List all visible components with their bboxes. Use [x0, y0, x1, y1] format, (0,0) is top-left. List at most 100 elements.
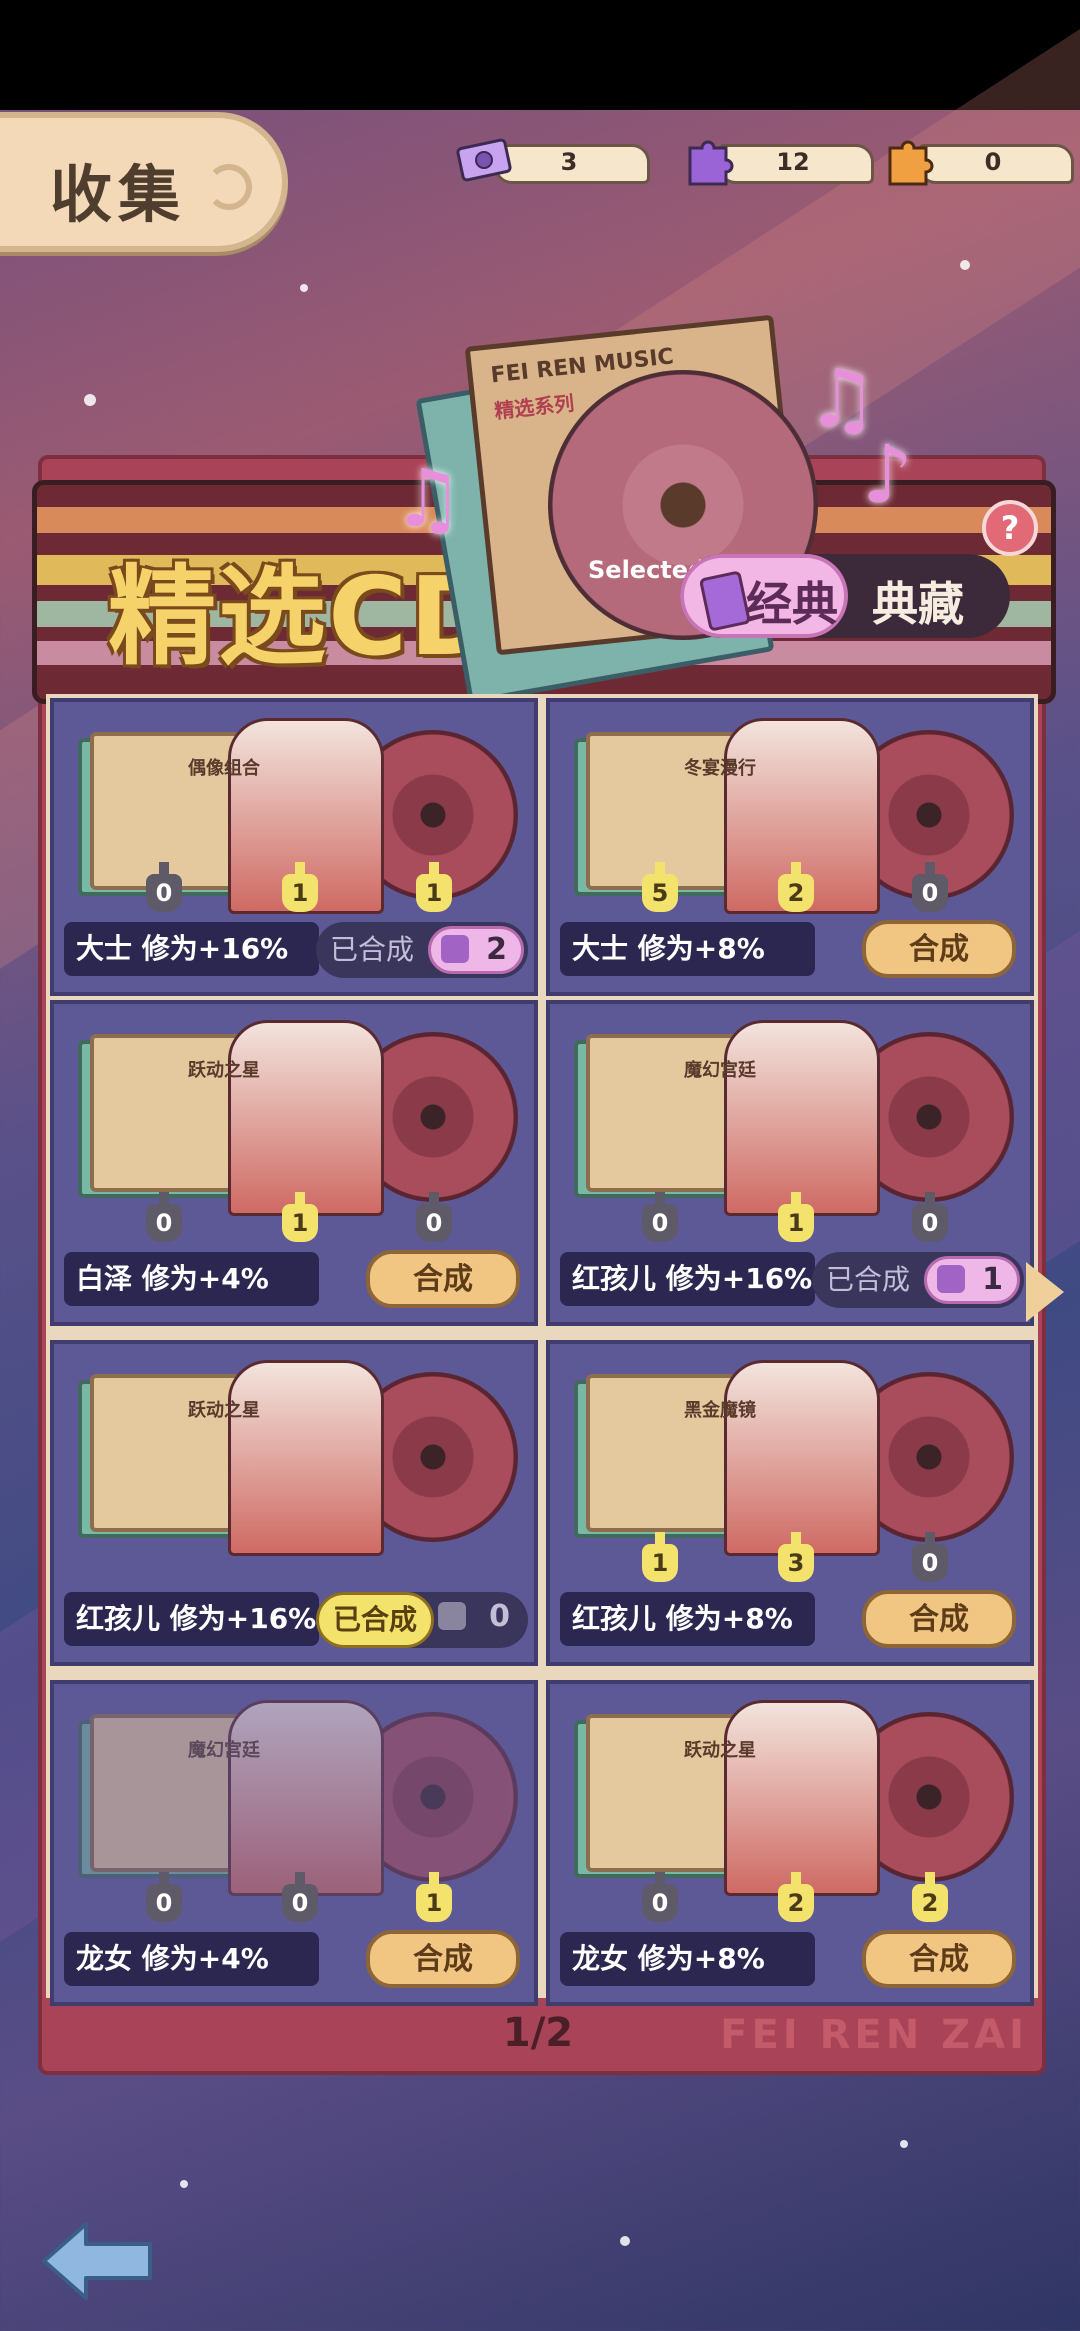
toggle-classic[interactable]: 经典 [680, 554, 848, 638]
puzzle-piece-count: 2 [428, 926, 524, 974]
character-portrait [724, 1020, 880, 1216]
fragment-count-pin: 1 [282, 862, 318, 912]
fragment-count-pin: 1 [416, 862, 452, 912]
cd-artwork: 跃动之星 [78, 1360, 518, 1556]
fragment-count-pin: 2 [778, 862, 814, 912]
star-decoration [300, 284, 308, 292]
synthesize-button[interactable]: 合成 [862, 1930, 1016, 1988]
next-page-arrow-icon[interactable] [1026, 1262, 1064, 1322]
book-icon [698, 570, 752, 632]
fragment-count-pin: 0 [146, 862, 182, 912]
cd-card[interactable]: 魔幻宫廷 0 1 0 红孩儿 修为+16% 已合成 1 [546, 1000, 1034, 1326]
fragment-count-pin: 2 [778, 1872, 814, 1922]
synthesized-label: 已合成 [330, 933, 415, 966]
help-button[interactable]: ? [982, 500, 1038, 556]
music-note-icon: ♫ [392, 452, 464, 545]
puzzle-count: 1 [982, 1262, 1003, 1297]
fragment-count-pin: 5 [642, 862, 678, 912]
cd-card[interactable]: 冬宴漫行 5 2 0 大士 修为+8% 合成 [546, 698, 1034, 996]
star-decoration [620, 2236, 630, 2246]
cd-title: 跃动之星 [188, 1060, 260, 1081]
cd-title: 冬宴漫行 [684, 758, 756, 779]
star-decoration [900, 2140, 908, 2148]
cd-card[interactable]: 跃动之星 0 1 0 白泽 修为+4% 合成 [50, 1000, 538, 1326]
page-title: 收集 [50, 158, 187, 231]
fragment-count-pin: 0 [912, 862, 948, 912]
cd-series: 精选系列 [493, 390, 576, 424]
watermark: FEI REN ZAI [720, 2012, 1028, 2058]
status-bar [0, 0, 1080, 110]
bonus-description: 红孩儿 修为+8% [560, 1592, 815, 1646]
ticket-count: 3 [560, 148, 578, 176]
cd-card[interactable]: 跃动之星红孩儿 修为+16% 已合成 0 [50, 1340, 538, 1666]
synthesized-status: 已合成 2 [316, 922, 528, 978]
star-decoration [180, 2180, 188, 2188]
toggle-classic-label: 经典 [746, 577, 838, 631]
puzzle-count: 2 [486, 932, 507, 967]
bonus-description: 大士 修为+16% [64, 922, 319, 976]
bonus-description: 大士 修为+8% [560, 922, 815, 976]
character-portrait [724, 1700, 880, 1896]
cd-card[interactable]: 跃动之星 0 2 2 龙女 修为+8% 合成 [546, 1680, 1034, 2006]
puzzle-orange-count: 0 [984, 148, 1002, 176]
star-decoration [84, 394, 96, 406]
character-portrait [228, 1700, 384, 1896]
puzzle-count: 0 [489, 1599, 510, 1634]
fragment-count-pin: 0 [912, 1192, 948, 1242]
toggle-collection-label[interactable]: 典藏 [872, 568, 964, 634]
synthesize-button[interactable]: 合成 [366, 1930, 520, 1988]
fragment-count-pin: 1 [778, 1192, 814, 1242]
puzzle-purple-count: 12 [776, 148, 810, 176]
fragment-count-pin: 0 [146, 1192, 182, 1242]
synthesize-button[interactable]: 合成 [862, 920, 1016, 978]
cd-artwork: 黑金魔镜 [574, 1360, 1014, 1556]
puzzle-piece-count: 1 [924, 1256, 1020, 1304]
collection-title-tab: 收集 [0, 112, 288, 252]
puzzle-icon [937, 1265, 965, 1293]
bonus-description: 龙女 修为+8% [560, 1932, 815, 1986]
cd-title: 魔幻宫廷 [188, 1740, 260, 1761]
edition-toggle[interactable]: 经典 典藏 [680, 554, 1010, 638]
cd-title: 跃动之星 [684, 1740, 756, 1761]
synthesized-label: 已合成 [316, 1592, 434, 1648]
fragment-count-pin: 1 [282, 1192, 318, 1242]
fragment-count-pin: 0 [146, 1872, 182, 1922]
bonus-description: 龙女 修为+4% [64, 1932, 319, 1986]
puzzle-icon [441, 935, 469, 963]
cd-title: 偶像组合 [188, 758, 260, 779]
bonus-description: 红孩儿 修为+16% [560, 1252, 815, 1306]
puzzle-piece-count: 0 [428, 1596, 524, 1644]
swirl-decoration-icon [206, 164, 252, 210]
fragment-count-pin: 0 [642, 1192, 678, 1242]
pager-bar: 1/2 FEI REN ZAI [38, 2000, 1038, 2066]
fragment-count-pin: 1 [416, 1872, 452, 1922]
synthesize-button[interactable]: 合成 [366, 1250, 520, 1308]
cd-artwork: 魔幻宫廷 [78, 1700, 518, 1896]
synthesize-button[interactable]: 合成 [862, 1590, 1016, 1648]
fragment-count-pin: 2 [912, 1872, 948, 1922]
character-portrait [724, 1360, 880, 1556]
cd-card[interactable]: 偶像组合 0 1 1 大士 修为+16% 已合成 2 [50, 698, 538, 996]
synthesized-status: 已合成 0 [316, 1592, 528, 1648]
back-arrow-icon[interactable] [40, 2218, 156, 2304]
cd-title: 魔幻宫廷 [684, 1060, 756, 1081]
bonus-description: 红孩儿 修为+16% [64, 1592, 319, 1646]
character-portrait [228, 1020, 384, 1216]
bonus-description: 白泽 修为+4% [64, 1252, 319, 1306]
cd-title: 黑金魔镜 [684, 1400, 756, 1421]
cd-card[interactable]: 魔幻宫廷 0 0 1 龙女 修为+4% 合成 [50, 1680, 538, 2006]
cd-artwork: 魔幻宫廷 [574, 1020, 1014, 1216]
fragment-count-pin: 1 [642, 1532, 678, 1582]
fragment-count-pin: 0 [282, 1872, 318, 1922]
fragment-count-pin: 0 [416, 1192, 452, 1242]
cd-artwork: 跃动之星 [574, 1700, 1014, 1896]
music-note-icon: ♪ [862, 428, 914, 521]
fragment-count-pin: 3 [778, 1532, 814, 1582]
star-decoration [960, 260, 970, 270]
cd-artwork: 跃动之星 [78, 1020, 518, 1216]
character-portrait [228, 1360, 384, 1556]
fragment-count-pin: 0 [912, 1532, 948, 1582]
puzzle-icon [438, 1602, 466, 1630]
cd-card[interactable]: 黑金魔镜 1 3 0 红孩儿 修为+8% 合成 [546, 1340, 1034, 1666]
cd-title: 跃动之星 [188, 1400, 260, 1421]
